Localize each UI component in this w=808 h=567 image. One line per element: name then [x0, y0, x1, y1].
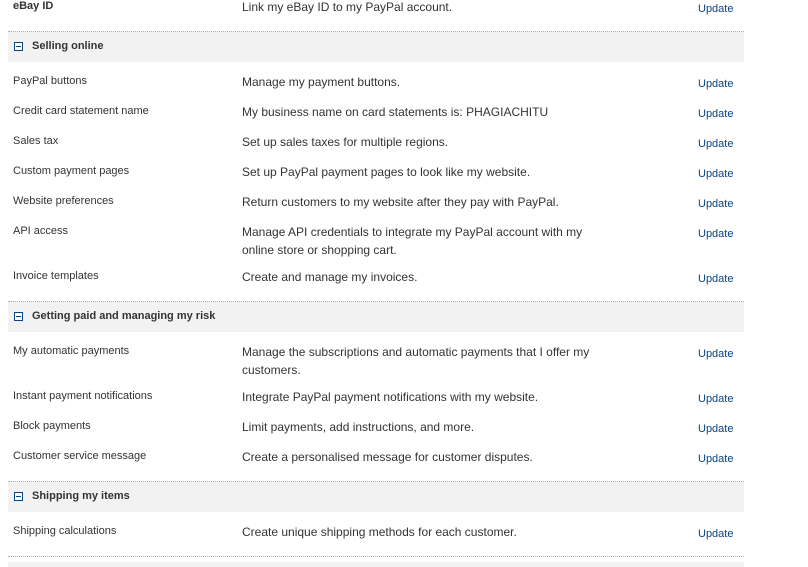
row-description: Limit payments, add instructions, and mo… [242, 420, 475, 434]
row-label: Custom payment pages [13, 165, 130, 177]
row-label: Invoice templates [13, 270, 99, 282]
update-link[interactable]: Update [698, 273, 733, 285]
collapse-icon[interactable] [14, 312, 23, 321]
row-description: Return customers to my website after the… [242, 195, 559, 209]
update-link[interactable]: Update [698, 108, 733, 120]
section-title: Getting paid and managing my risk [32, 310, 216, 322]
row-label: Sales tax [13, 135, 59, 147]
update-link[interactable]: Update [698, 3, 733, 15]
row-description: Set up sales taxes for multiple regions. [242, 135, 449, 149]
row-label: Block payments [13, 420, 91, 432]
row-description: Link my eBay ID to my PayPal account. [242, 0, 453, 14]
row-label: Website preferences [13, 195, 114, 207]
section-title: Selling online [32, 40, 104, 52]
collapse-icon[interactable] [14, 42, 23, 51]
row-label: PayPal buttons [13, 75, 87, 87]
update-link[interactable]: Update [698, 453, 733, 465]
row-description: Manage my payment buttons. [242, 75, 401, 89]
row-description: Create a personalised message for custom… [242, 450, 533, 464]
section-header-selling-online[interactable]: Selling online [8, 31, 744, 62]
update-link[interactable]: Update [698, 78, 733, 90]
row-label: Instant payment notifications [13, 390, 153, 402]
row-label: Customer service message [13, 450, 147, 462]
row-label: eBay ID [13, 0, 54, 12]
row-description: Manage the subscriptions and automatic p… [242, 345, 590, 377]
section-title: Shipping my items [32, 490, 130, 502]
update-link[interactable]: Update [698, 393, 733, 405]
update-link[interactable]: Update [698, 348, 733, 360]
row-label: API access [13, 225, 69, 237]
update-link[interactable]: Update [698, 198, 733, 210]
update-link[interactable]: Update [698, 138, 733, 150]
row-description: Set up PayPal payment pages to look like… [242, 165, 531, 179]
row-label: Shipping calculations [13, 525, 117, 537]
update-link[interactable]: Update [698, 528, 733, 540]
next-section-edge [8, 562, 744, 567]
row-description: Create and manage my invoices. [242, 270, 418, 284]
update-link[interactable]: Update [698, 423, 733, 435]
update-link[interactable]: Update [698, 168, 733, 180]
row-description: My business name on card statements is: … [242, 105, 549, 119]
row-description: Integrate PayPal payment notifications w… [242, 390, 539, 404]
row-label: My automatic payments [13, 345, 130, 357]
section-header-getting-paid[interactable]: Getting paid and managing my risk [8, 301, 744, 332]
section-header-shipping[interactable]: Shipping my items [8, 481, 744, 512]
update-link[interactable]: Update [698, 228, 733, 240]
row-description: Manage API credentials to integrate my P… [242, 225, 583, 257]
collapse-icon[interactable] [14, 492, 23, 501]
row-label: Credit card statement name [13, 105, 149, 117]
row-description: Create unique shipping methods for each … [242, 525, 517, 539]
section-divider [8, 556, 744, 557]
